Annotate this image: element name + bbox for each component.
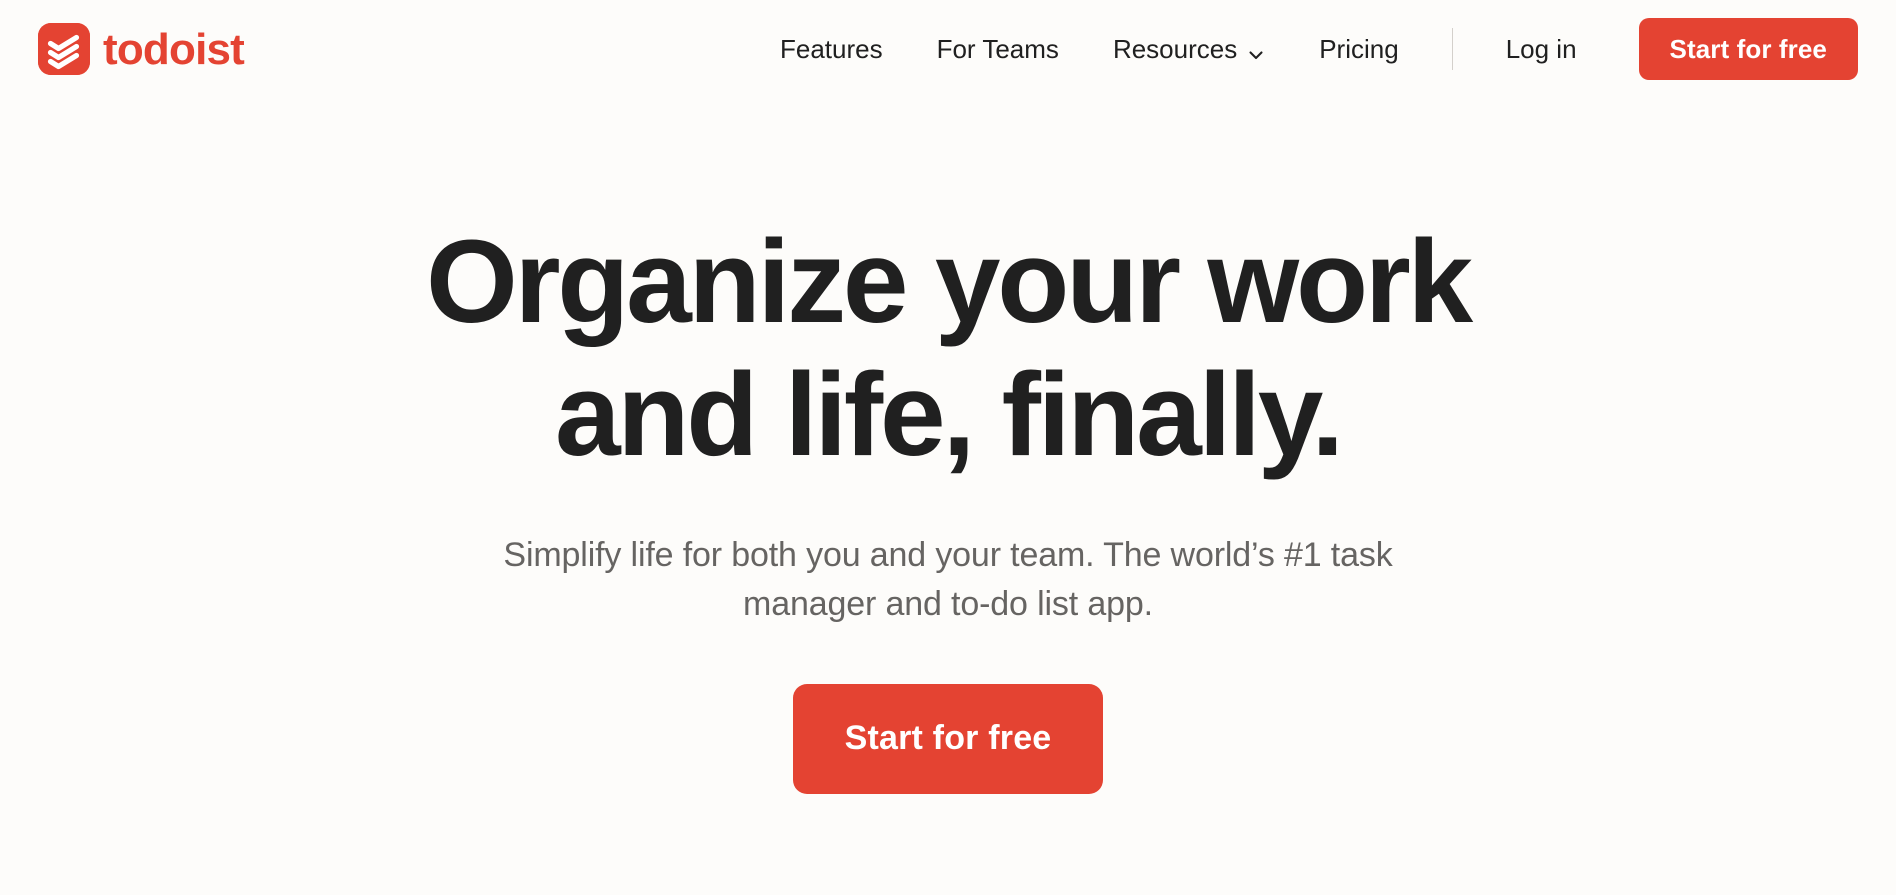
main-navigation: Features For Teams Resources Pricing Log… xyxy=(753,18,1858,80)
todoist-logo-mark-icon xyxy=(38,23,90,75)
nav-divider xyxy=(1451,28,1453,70)
todoist-landing-page: todoist Features For Teams Resources Pri… xyxy=(0,0,1896,895)
nav-item-for-teams[interactable]: For Teams xyxy=(910,24,1086,74)
nav-item-for-teams-label: For Teams xyxy=(936,34,1059,64)
hero-title: Organize your work and life, finally. xyxy=(388,98,1508,483)
hero-title-line-2: and life, finally. xyxy=(554,349,1344,482)
hero-title-line-1: Organize your work xyxy=(426,216,1473,348)
nav-item-features-label: Features xyxy=(779,34,883,64)
nav-item-pricing[interactable]: Pricing xyxy=(1292,24,1425,74)
login-link[interactable]: Log in xyxy=(1479,24,1604,74)
brand-wordmark: todoist xyxy=(103,25,245,74)
nav-item-resources[interactable]: Resources xyxy=(1086,24,1292,74)
nav-item-features[interactable]: Features xyxy=(753,24,910,74)
hero-subtitle: Simplify life for both you and your team… xyxy=(503,535,1393,624)
login-link-label: Log in xyxy=(1505,34,1577,64)
hero-section: Organize your work and life, finally. Si… xyxy=(0,98,1896,794)
brand-logo-link[interactable]: todoist xyxy=(38,23,245,75)
hero-start-for-free-button[interactable]: Start for free xyxy=(792,683,1104,794)
nav-item-resources-label: Resources xyxy=(1112,34,1238,64)
header-start-for-free-button[interactable]: Start for free xyxy=(1638,18,1858,80)
site-header: todoist Features For Teams Resources Pri… xyxy=(0,0,1896,98)
chevron-down-icon xyxy=(1247,42,1265,60)
nav-item-pricing-label: Pricing xyxy=(1319,34,1399,64)
hero-cta-container: Start for free xyxy=(40,683,1856,794)
